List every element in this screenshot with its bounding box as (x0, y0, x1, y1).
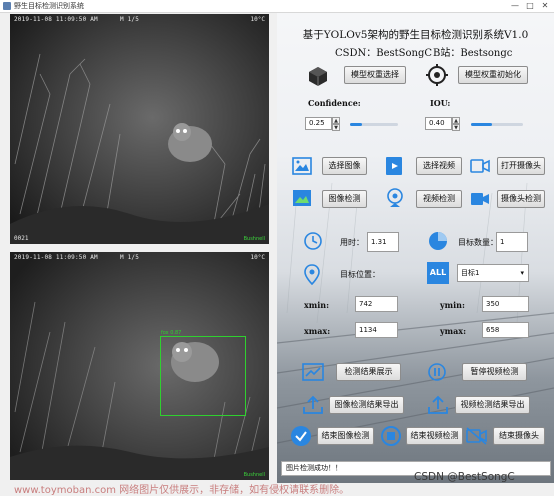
chevron-down-icon: ▾ (520, 269, 524, 277)
pause-video-button[interactable]: 暂停视频检测 (462, 363, 527, 381)
xmin-value: 742 (355, 296, 398, 312)
camera-timestamp: 2019-11-08 11:09:50 AM (14, 254, 98, 261)
detection-label: fox 0.87 (161, 330, 182, 336)
csdn-label: CSDN：BestSongC (335, 48, 433, 59)
camera-icon (470, 159, 490, 173)
close-button[interactable]: ✕ (538, 0, 552, 12)
ymax-value: 658 (482, 322, 529, 338)
iou-label: IOU: (430, 98, 451, 108)
model-weight-init-button[interactable]: 模型权重初始化 (458, 66, 528, 84)
watermark-left: www.toymoban.com 网络图片仅供展示，非存储，如有侵权请联系删除。 (14, 485, 350, 496)
camera-brand-logo: Bushnell (243, 472, 265, 478)
iou-up-arrow[interactable]: ▲ (452, 117, 460, 124)
detection-bounding-box (160, 336, 246, 416)
target-count-label: 目标数量： (458, 238, 498, 247)
target-icon (426, 64, 448, 86)
cube-icon (309, 67, 327, 86)
all-targets-icon: ALL (427, 262, 449, 284)
confidence-spinbox[interactable]: 0.25 (305, 117, 332, 130)
target-position-label: 目标位置： (340, 270, 380, 279)
confidence-slider-fill (350, 123, 362, 126)
model-weight-select-button[interactable]: 模型权重选择 (344, 66, 406, 84)
confidence-up-arrow[interactable]: ▲ (332, 117, 340, 124)
camera-info: M 1/5 (120, 254, 140, 261)
video-detect-button[interactable]: 视频检测 (416, 190, 462, 208)
ymin-value: 350 (482, 296, 529, 312)
export-image-results-button[interactable]: 图像检测结果导出 (329, 396, 404, 414)
camera-counter: 0021 (14, 235, 29, 242)
window-titlebar: 野生目标检测识别系统 — □ ✕ (0, 0, 554, 13)
end-video-detect-button[interactable]: 结束视频检测 (406, 427, 463, 445)
pie-chart-icon (429, 232, 447, 250)
confidence-label: Confidence: (308, 98, 361, 108)
camera-temperature: 10°C (250, 16, 265, 23)
detection-result-view: fox 0.87 2019-11-08 11:09:50 AM M 1/5 10… (10, 252, 269, 480)
camera-off-icon (466, 427, 487, 445)
select-image-button[interactable]: 选择图像 (322, 157, 367, 175)
app-title: 基于YOLOv5架构的野生目标检测识别系统V1.0 (302, 29, 529, 41)
target-select-value: 目标1 (461, 269, 480, 277)
webcam-icon (387, 188, 403, 207)
target-select-dropdown[interactable]: 目标1 ▾ (457, 264, 529, 282)
chart-line-icon (302, 363, 324, 381)
control-panel: 基于YOLOv5架构的野生目标检测识别系统V1.0 CSDN：BestSongC… (277, 13, 554, 483)
stop-icon (381, 426, 401, 446)
wildlife-scene-original (10, 14, 269, 244)
camera-timestamp: 2019-11-08 11:09:50 AM (14, 16, 98, 23)
iou-down-arrow[interactable]: ▼ (452, 124, 460, 131)
show-results-button[interactable]: 检测结果展示 (336, 363, 401, 381)
location-pin-icon (304, 264, 320, 286)
watermark-right: CSDN @BestSongC (414, 471, 515, 483)
xmax-value: 1134 (355, 322, 398, 338)
upload-icon (303, 395, 323, 414)
maximize-button[interactable]: □ (523, 0, 537, 12)
xmax-label: xmax: (304, 326, 331, 336)
video-file-icon (386, 157, 402, 175)
target-count-value: 1 (496, 232, 528, 252)
iou-spinbox[interactable]: 0.40 (425, 117, 452, 130)
window-title: 野生目标检测识别系统 (14, 2, 84, 10)
xmin-label: xmin: (304, 300, 330, 310)
iou-slider-fill (471, 123, 492, 126)
image-detect-button[interactable]: 图像检测 (322, 190, 367, 208)
time-label: 用时： (340, 238, 364, 247)
minimize-button[interactable]: — (508, 0, 522, 12)
camera-info: M 1/5 (120, 16, 140, 23)
pause-icon (428, 363, 446, 381)
ymin-label: ymin: (440, 300, 465, 310)
bilibili-label: B站：Bestsongc (433, 48, 513, 59)
open-camera-button[interactable]: 打开摄像头 (497, 157, 545, 175)
camera-detect-button[interactable]: 摄像头检测 (497, 190, 545, 208)
end-camera-button[interactable]: 结束摄像头 (493, 427, 545, 445)
ymax-label: ymax: (440, 326, 467, 336)
original-image-view: 2019-11-08 11:09:50 AM M 1/5 10°C 0021 B… (10, 14, 269, 244)
select-video-button[interactable]: 选择视频 (416, 157, 462, 175)
end-image-detect-button[interactable]: 结束图像检测 (317, 427, 374, 445)
camera-brand-logo: Bushnell (243, 236, 265, 242)
confidence-down-arrow[interactable]: ▼ (332, 124, 340, 131)
check-circle-icon (291, 426, 311, 446)
app-icon (3, 2, 11, 10)
image-detect-icon (293, 190, 311, 206)
export-video-results-button[interactable]: 视频检测结果导出 (455, 396, 530, 414)
time-value: 1.31 (367, 232, 399, 252)
camera-detect-icon (471, 193, 489, 205)
camera-temperature: 10°C (250, 254, 265, 261)
clock-icon (304, 232, 322, 250)
upload-icon (428, 395, 448, 414)
image-icon (292, 157, 312, 175)
